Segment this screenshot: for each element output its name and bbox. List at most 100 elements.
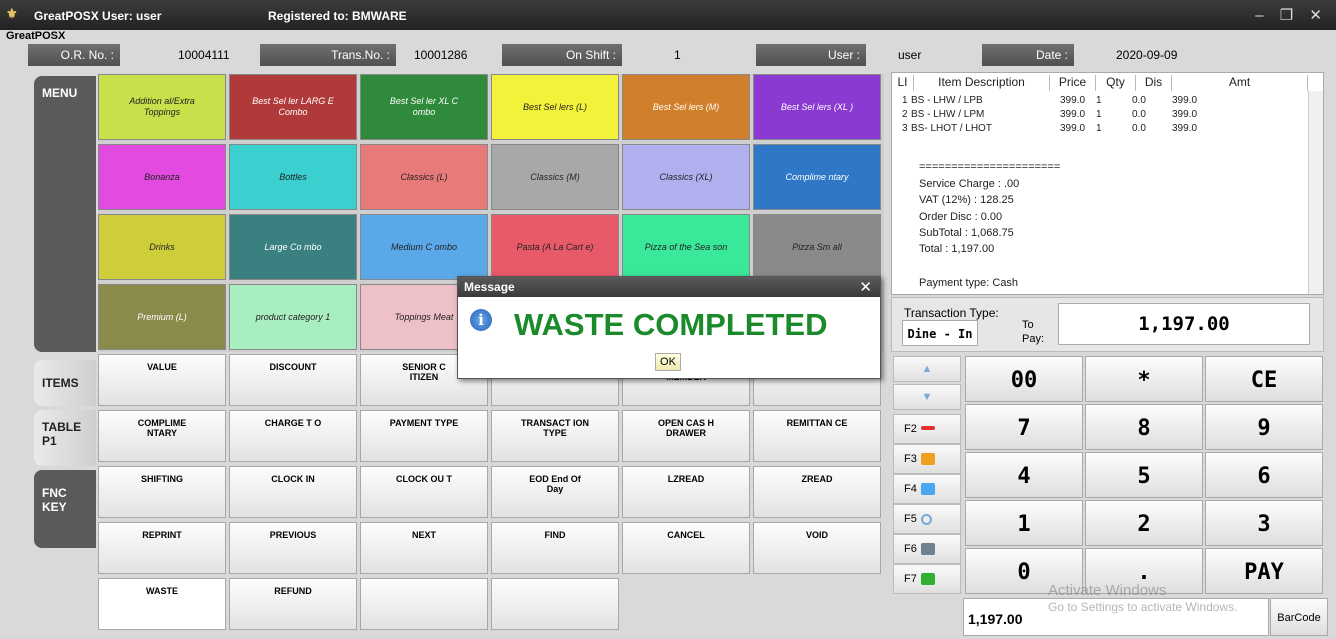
shift-value: 1 bbox=[674, 48, 681, 62]
to-pay-label-line1: To bbox=[1022, 319, 1034, 331]
menu-category-button[interactable]: Best Sel ler LARG E Combo bbox=[229, 74, 357, 140]
to-pay-amount: 1,197.00 bbox=[1058, 303, 1310, 345]
keypad-key[interactable]: 5 bbox=[1085, 452, 1203, 498]
keypad-key[interactable]: * bbox=[1085, 356, 1203, 402]
function-key-button[interactable]: FIND bbox=[491, 522, 619, 574]
window-controls[interactable]: – ❐ ✕ bbox=[1255, 6, 1328, 24]
menu-category-button[interactable]: Classics (L) bbox=[360, 144, 488, 210]
function-shortcut-f7[interactable]: F7 bbox=[893, 564, 961, 594]
tab-fnc-key[interactable]: FNC KEY bbox=[34, 470, 96, 548]
function-key-button[interactable]: CANCEL bbox=[622, 522, 750, 574]
keypad-key[interactable]: 2 bbox=[1085, 500, 1203, 546]
function-key-button[interactable]: WASTE bbox=[98, 578, 226, 630]
menu-category-button[interactable]: Classics (M) bbox=[491, 144, 619, 210]
function-key-button[interactable]: PREVIOUS bbox=[229, 522, 357, 574]
function-key-button[interactable]: LZREAD bbox=[622, 466, 750, 518]
function-key-button[interactable]: CHARGE T O bbox=[229, 410, 357, 462]
registered-to: Registered to: BMWARE bbox=[268, 9, 407, 23]
menu-category-button[interactable]: Bottles bbox=[229, 144, 357, 210]
menu-category-button[interactable]: Addition al/Extra Toppings bbox=[98, 74, 226, 140]
vat: VAT (12%) : 128.25 bbox=[919, 194, 1014, 206]
function-key-button[interactable]: VALUE bbox=[98, 354, 226, 406]
menu-category-button[interactable]: Best Sel lers (L) bbox=[491, 74, 619, 140]
function-key-button[interactable]: CLOCK OU T bbox=[360, 466, 488, 518]
snowflake-icon bbox=[920, 483, 935, 496]
scroll-up-button[interactable]: ▲ bbox=[893, 356, 961, 382]
function-key-button[interactable]: SHIFTING bbox=[98, 466, 226, 518]
menu-category-button[interactable]: product category 1 bbox=[229, 284, 357, 350]
col-header-qty: Qty bbox=[1096, 75, 1136, 91]
keypad-key[interactable]: 1 bbox=[965, 500, 1083, 546]
tab-menu[interactable]: MENU bbox=[34, 76, 96, 352]
function-shortcut-f3[interactable]: F3 bbox=[893, 444, 961, 474]
function-key-button[interactable]: PAYMENT TYPE bbox=[360, 410, 488, 462]
keypad-key[interactable]: 3 bbox=[1205, 500, 1323, 546]
ok-button[interactable]: OK bbox=[655, 353, 681, 371]
menu-category-button[interactable]: Large Co mbo bbox=[229, 214, 357, 280]
menu-category-button[interactable]: Best Sel lers (XL ) bbox=[753, 74, 881, 140]
function-key-button[interactable]: REMITTAN CE bbox=[753, 410, 881, 462]
receipt-cell-dis: 0.0 bbox=[1132, 109, 1146, 120]
function-key-button[interactable]: VOID bbox=[753, 522, 881, 574]
keypad-key[interactable]: 9 bbox=[1205, 404, 1323, 450]
keypad-key[interactable]: 4 bbox=[965, 452, 1083, 498]
function-key-button[interactable]: REFUND bbox=[229, 578, 357, 630]
menu-category-button[interactable]: Pasta (A La Cart e) bbox=[491, 214, 619, 280]
menu-category-button[interactable]: Best Sel ler XL C ombo bbox=[360, 74, 488, 140]
receipt-cell-amt: 399.0 bbox=[1172, 95, 1198, 106]
keypad-key[interactable]: CE bbox=[1205, 356, 1323, 402]
function-shortcut-f4[interactable]: F4 bbox=[893, 474, 961, 504]
menu-category-button[interactable]: Medium C ombo bbox=[360, 214, 488, 280]
receipt-scrollbar[interactable] bbox=[1308, 91, 1323, 294]
keypad-key[interactable]: PAY bbox=[1205, 548, 1323, 594]
menu-category-button[interactable]: Best Sel lers (M) bbox=[622, 74, 750, 140]
function-key-button[interactable]: CLOCK IN bbox=[229, 466, 357, 518]
keypad-key[interactable]: 7 bbox=[965, 404, 1083, 450]
function-key-button[interactable]: TRANSACT ION TYPE bbox=[491, 410, 619, 462]
function-key-button[interactable]: ZREAD bbox=[753, 466, 881, 518]
keypad-key[interactable]: 8 bbox=[1085, 404, 1203, 450]
menu-category-button[interactable]: Premium (L) bbox=[98, 284, 226, 350]
menu-category-button[interactable]: Complime ntary bbox=[753, 144, 881, 210]
receipt-cell-desc: BS - LHW / LPM bbox=[911, 109, 985, 120]
barcode-button[interactable]: BarCode bbox=[1270, 598, 1328, 636]
triangle-down-icon: ▼ bbox=[921, 391, 933, 403]
menu-category-button[interactable]: Bonanza bbox=[98, 144, 226, 210]
receipt-cell-no: 2 bbox=[902, 109, 908, 120]
subtotal: SubTotal : 1,068.75 bbox=[919, 227, 1014, 239]
function-key-button[interactable]: COMPLIME NTARY bbox=[98, 410, 226, 462]
payment-type: Payment type: Cash bbox=[919, 277, 1019, 289]
function-key-button[interactable]: EOD End Of Day bbox=[491, 466, 619, 518]
function-shortcut-f2[interactable]: F2 bbox=[893, 414, 961, 444]
col-header-dis: Dis bbox=[1136, 75, 1172, 91]
function-key-button[interactable]: NEXT bbox=[360, 522, 488, 574]
col-header-li: LI bbox=[892, 75, 914, 91]
user-label: User : bbox=[756, 44, 866, 66]
receipt-cell-no: 3 bbox=[902, 123, 908, 134]
scroll-down-button[interactable]: ▼ bbox=[893, 384, 961, 410]
menu-category-button[interactable]: Pizza of the Sea son bbox=[622, 214, 750, 280]
function-shortcut-f5[interactable]: F5 bbox=[893, 504, 961, 534]
tab-items[interactable]: ITEMS bbox=[34, 360, 96, 406]
receipt-cell-desc: BS- LHOT / LHOT bbox=[911, 123, 992, 134]
plus-icon bbox=[920, 573, 935, 586]
menu-category-button[interactable]: Drinks bbox=[98, 214, 226, 280]
function-shortcut-label: F3 bbox=[904, 453, 917, 465]
function-shortcut-label: F2 bbox=[904, 423, 917, 435]
menu-category-button[interactable]: Classics (XL) bbox=[622, 144, 750, 210]
function-key-button[interactable]: REPRINT bbox=[98, 522, 226, 574]
keypad-key[interactable]: 6 bbox=[1205, 452, 1323, 498]
dialog-title: Message bbox=[464, 280, 515, 294]
activate-windows-hint: Go to Settings to activate Windows. bbox=[1048, 600, 1238, 614]
message-dialog: Message ✕ i WASTE COMPLETED OK bbox=[457, 276, 881, 379]
or-label: O.R. No. : bbox=[28, 44, 120, 66]
function-key-button[interactable]: OPEN CAS H DRAWER bbox=[622, 410, 750, 462]
receipt-cell-desc: BS - LHW / LPB bbox=[911, 95, 983, 106]
keypad-key[interactable]: 00 bbox=[965, 356, 1083, 402]
app-label: GreatPOSX bbox=[6, 30, 66, 42]
function-shortcut-f6[interactable]: F6 bbox=[893, 534, 961, 564]
tab-table[interactable]: TABLE P1 bbox=[34, 410, 96, 466]
function-key-button[interactable]: DISCOUNT bbox=[229, 354, 357, 406]
menu-category-button[interactable]: Pizza Sm all bbox=[753, 214, 881, 280]
close-icon[interactable]: ✕ bbox=[859, 278, 872, 296]
